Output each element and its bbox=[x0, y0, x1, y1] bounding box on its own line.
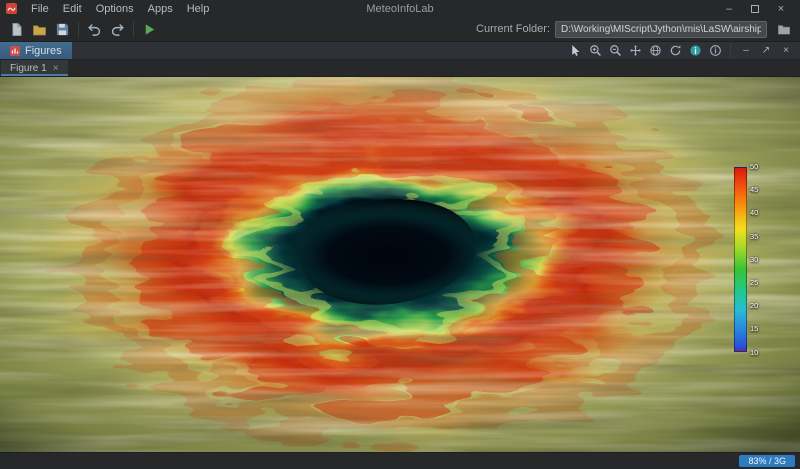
window-controls: – × bbox=[716, 1, 794, 16]
tab-figure-1[interactable]: Figure 1 × bbox=[1, 60, 68, 76]
browse-folder-icon bbox=[777, 22, 791, 36]
figures-panel-tab[interactable]: Figures bbox=[0, 42, 72, 59]
rotate-icon bbox=[669, 44, 682, 57]
menu-item-apps[interactable]: Apps bbox=[141, 2, 180, 16]
zoom-in-icon bbox=[589, 44, 602, 57]
run-script-button[interactable] bbox=[139, 19, 160, 40]
colorbar-tick: 40 bbox=[750, 209, 758, 217]
colorbar-tick: 35 bbox=[750, 233, 758, 241]
toolbar-separator bbox=[78, 22, 79, 37]
figure-tabbar: Figure 1 × bbox=[0, 60, 800, 77]
colorbar-tick: 30 bbox=[750, 256, 758, 264]
statusbar: 83% / 3G bbox=[0, 452, 800, 469]
maximize-icon bbox=[751, 5, 759, 13]
memory-indicator[interactable]: 83% / 3G bbox=[739, 455, 795, 468]
zoom-out-icon bbox=[609, 44, 622, 57]
zoom-out-button[interactable] bbox=[606, 43, 624, 59]
menu-item-edit[interactable]: Edit bbox=[56, 2, 89, 16]
window-title: MeteoInfoLab bbox=[366, 3, 433, 15]
menu-item-help[interactable]: Help bbox=[180, 2, 217, 16]
redo-button[interactable] bbox=[107, 19, 128, 40]
figures-toolbar-separator bbox=[730, 43, 731, 58]
current-folder-input[interactable] bbox=[555, 21, 767, 38]
rotate-view-button[interactable] bbox=[666, 43, 684, 59]
identify-icon bbox=[689, 44, 702, 57]
minimize-button[interactable]: – bbox=[716, 1, 742, 16]
save-icon bbox=[55, 22, 70, 37]
figures-toolbar: – ↗ × bbox=[566, 42, 800, 59]
close-button[interactable]: × bbox=[768, 1, 794, 16]
browse-folder-button[interactable] bbox=[773, 19, 794, 40]
app-logo-icon bbox=[6, 3, 17, 14]
select-button[interactable] bbox=[566, 43, 584, 59]
zoom-in-button[interactable] bbox=[586, 43, 604, 59]
colorbar-tick: 10 bbox=[750, 349, 758, 357]
colorbar: 50 45 40 35 30 25 20 15 10 bbox=[734, 167, 747, 352]
run-icon bbox=[142, 22, 157, 37]
current-folder-group: Current Folder: bbox=[476, 19, 795, 40]
panel-close-button[interactable]: × bbox=[777, 43, 795, 59]
figures-panel-header: Figures bbox=[0, 42, 800, 60]
figure-canvas[interactable]: 50 45 40 35 30 25 20 15 10 bbox=[0, 77, 800, 452]
full-extent-button[interactable] bbox=[646, 43, 664, 59]
colorbar-tick: 25 bbox=[750, 279, 758, 287]
save-button[interactable] bbox=[52, 19, 73, 40]
open-folder-icon bbox=[32, 22, 47, 37]
pan-icon bbox=[629, 44, 642, 57]
meteoinfolab-window: File Edit Options Apps Help MeteoInfoLab… bbox=[0, 0, 800, 469]
main-toolbar: Current Folder: bbox=[0, 17, 800, 42]
menu-item-options[interactable]: Options bbox=[89, 2, 141, 16]
hurricane-visualization bbox=[0, 77, 800, 452]
figures-icon bbox=[10, 46, 20, 56]
colorbar-tick: 45 bbox=[750, 186, 758, 194]
info-icon bbox=[709, 44, 722, 57]
identify-button[interactable] bbox=[686, 43, 704, 59]
colorbar-tick: 15 bbox=[750, 325, 758, 333]
colorbar-tick: 50 bbox=[750, 163, 758, 171]
colorbar-ticks: 50 45 40 35 30 25 20 15 10 bbox=[750, 163, 758, 356]
menu-item-file[interactable]: File bbox=[24, 2, 56, 16]
pan-button[interactable] bbox=[626, 43, 644, 59]
titlebar[interactable]: File Edit Options Apps Help MeteoInfoLab… bbox=[0, 0, 800, 17]
colorbar-gradient bbox=[734, 167, 747, 352]
figure-tab-label: Figure 1 bbox=[10, 63, 47, 74]
tab-close-icon[interactable]: × bbox=[53, 63, 59, 74]
figures-panel-title: Figures bbox=[25, 45, 62, 57]
new-file-button[interactable] bbox=[6, 19, 27, 40]
undo-icon bbox=[87, 22, 102, 37]
new-file-icon bbox=[9, 22, 24, 37]
panel-float-button[interactable]: ↗ bbox=[757, 43, 775, 59]
maximize-button[interactable] bbox=[742, 1, 768, 16]
about-figure-button[interactable] bbox=[706, 43, 724, 59]
colorbar-tick: 20 bbox=[750, 302, 758, 310]
cursor-icon bbox=[569, 44, 582, 57]
panel-minimize-button[interactable]: – bbox=[737, 43, 755, 59]
toolbar-separator bbox=[133, 22, 134, 37]
undo-button[interactable] bbox=[84, 19, 105, 40]
open-file-button[interactable] bbox=[29, 19, 50, 40]
redo-icon bbox=[110, 22, 125, 37]
current-folder-label: Current Folder: bbox=[476, 23, 550, 35]
globe-icon bbox=[649, 44, 662, 57]
